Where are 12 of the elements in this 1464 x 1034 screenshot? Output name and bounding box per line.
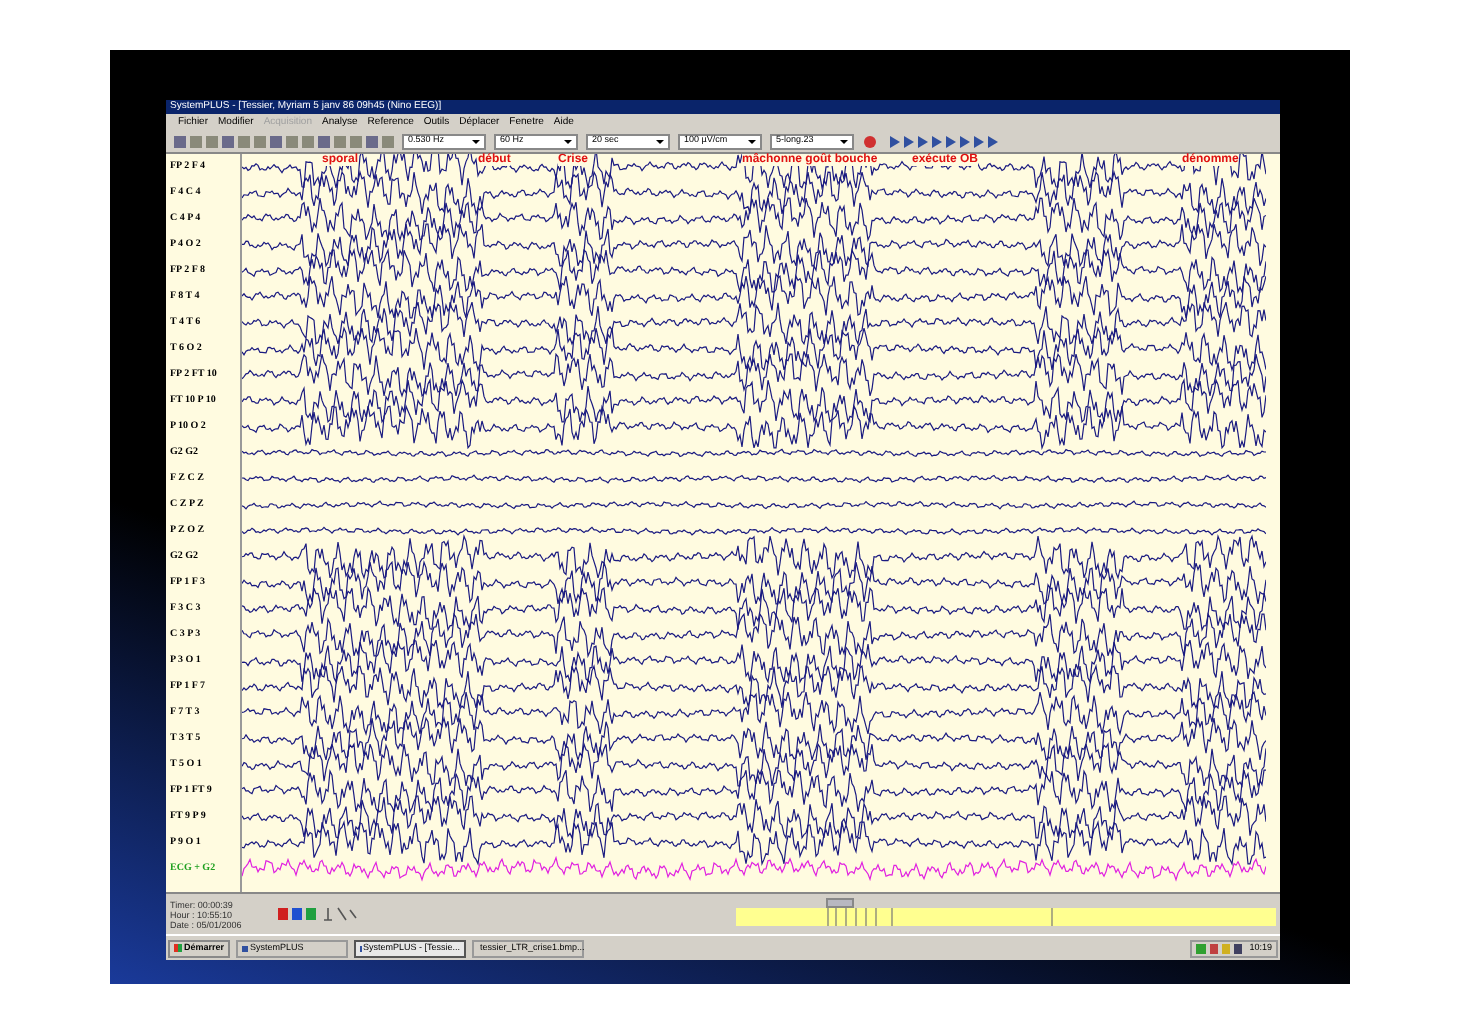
tray-icons-drawing[interactable]	[1195, 943, 1244, 953]
app-icon	[242, 945, 249, 951]
scroll-thumb[interactable]	[826, 898, 854, 908]
caret-icon	[564, 139, 572, 143]
caret-icon	[840, 139, 848, 143]
caret-icon	[748, 139, 756, 143]
flag-icons-drawing[interactable]	[278, 906, 358, 922]
toolbar-icons-drawing[interactable]	[174, 133, 394, 149]
navigation-icons-drawing[interactable]	[862, 133, 1002, 149]
caret-icon	[656, 139, 664, 143]
windows-logo-icon	[174, 944, 182, 952]
caret-icon	[472, 139, 480, 143]
